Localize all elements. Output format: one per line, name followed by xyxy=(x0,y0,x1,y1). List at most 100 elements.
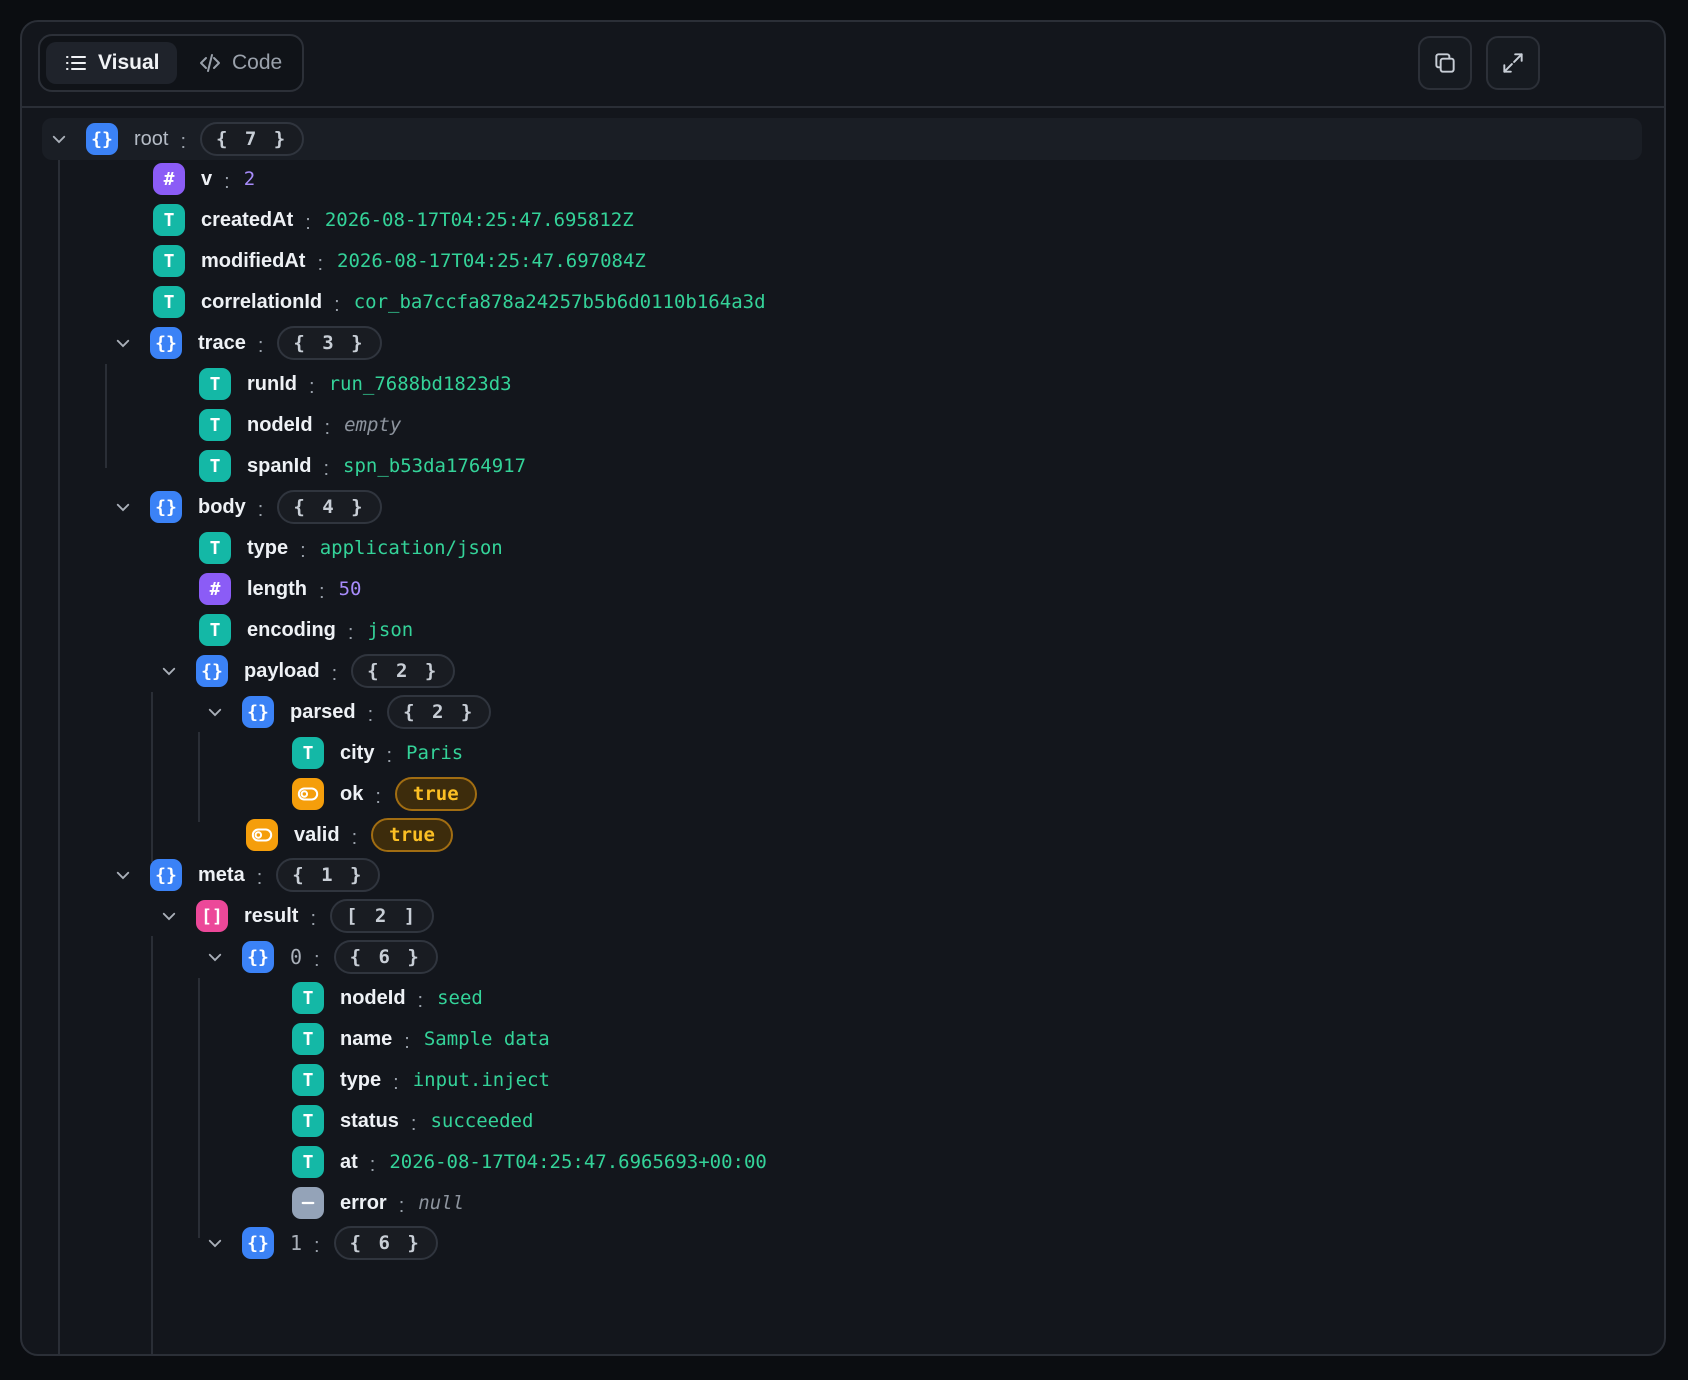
tree-row-type-0[interactable]: T type : input.inject xyxy=(292,1059,550,1101)
tree-guide xyxy=(198,978,200,1238)
tree-row-root[interactable]: {} root : { 7 } xyxy=(44,118,305,160)
tree-row-ok[interactable]: ok : true xyxy=(292,773,477,815)
tree-row-name[interactable]: T name : Sample data xyxy=(292,1018,550,1060)
node-index: 0 xyxy=(290,945,303,969)
copy-button[interactable] xyxy=(1418,36,1472,90)
node-value: application/json xyxy=(319,537,503,559)
boolean-toggle-icon xyxy=(246,819,278,851)
copy-icon xyxy=(1435,53,1455,73)
chevron-down-icon[interactable] xyxy=(108,492,138,522)
string-icon: T xyxy=(292,1064,324,1096)
count-badge: [ 2 ] xyxy=(330,899,435,933)
number-icon: # xyxy=(153,163,185,195)
node-key: name xyxy=(340,1027,393,1050)
node-key: nodeId xyxy=(247,413,313,436)
colon: : xyxy=(310,907,317,930)
tree-guide xyxy=(105,364,107,468)
chevron-down-icon[interactable] xyxy=(154,656,184,686)
list-icon xyxy=(66,56,86,70)
node-key: type xyxy=(247,536,289,559)
node-key: parsed xyxy=(290,700,356,723)
chevron-down-icon[interactable] xyxy=(108,328,138,358)
chevron-down-icon[interactable] xyxy=(154,901,184,931)
node-key: trace xyxy=(198,331,246,354)
colon: : xyxy=(324,416,331,439)
node-key: type xyxy=(340,1068,382,1091)
expand-icon xyxy=(1503,53,1523,73)
node-key: v xyxy=(201,167,213,190)
boolean-value-badge: true xyxy=(371,818,453,852)
tree-row-correlationId[interactable]: T correlationId : cor_ba7ccfa878a24257b5… xyxy=(153,281,766,323)
tree-row-item-0[interactable]: {} 0 : { 6 } xyxy=(200,936,438,978)
string-icon: T xyxy=(292,982,324,1014)
node-key: ok xyxy=(340,782,364,805)
chevron-down-icon[interactable] xyxy=(108,860,138,890)
object-icon: {} xyxy=(242,696,274,728)
tree-row-payload[interactable]: {} payload : { 2 } xyxy=(154,650,456,692)
count-badge: { 2 } xyxy=(387,695,492,729)
tree-row-parsed[interactable]: {} parsed : { 2 } xyxy=(200,691,492,733)
string-icon: T xyxy=(292,737,324,769)
tree-row-item-1[interactable]: {} 1 : { 6 } xyxy=(200,1222,438,1264)
colon: : xyxy=(331,662,338,685)
tab-code[interactable]: Code xyxy=(180,42,300,84)
colon: : xyxy=(309,375,315,398)
colon: : xyxy=(334,293,340,316)
object-icon: {} xyxy=(196,655,228,687)
object-icon: {} xyxy=(150,859,182,891)
tree-row-runId[interactable]: T runId : run_7688bd1823d3 xyxy=(199,363,512,405)
tree-row-error[interactable]: error : null xyxy=(292,1182,464,1224)
chevron-down-icon[interactable] xyxy=(200,697,230,727)
node-key: createdAt xyxy=(201,208,294,231)
node-key: body xyxy=(198,495,246,518)
object-icon: {} xyxy=(150,491,182,523)
tree-row-nodeId-0[interactable]: T nodeId : seed xyxy=(292,977,483,1019)
tree-row-body[interactable]: {} body : { 4 } xyxy=(108,486,382,528)
expand-button[interactable] xyxy=(1486,36,1540,90)
tree-row-valid[interactable]: valid : true xyxy=(246,814,453,856)
object-icon: {} xyxy=(150,327,182,359)
tree-row-meta[interactable]: {} meta : { 1 } xyxy=(108,854,381,896)
chevron-down-icon[interactable] xyxy=(44,124,74,154)
chevron-down-icon[interactable] xyxy=(200,942,230,972)
node-value: Paris xyxy=(406,742,464,764)
tree-guide xyxy=(151,692,153,862)
colon: : xyxy=(224,170,230,193)
colon: : xyxy=(317,252,323,275)
tree-row-type[interactable]: T type : application/json xyxy=(199,527,503,569)
colon: : xyxy=(410,1112,417,1135)
colon: : xyxy=(369,1153,376,1176)
node-key: spanId xyxy=(247,454,312,477)
colon: : xyxy=(417,989,424,1012)
tree-row-city[interactable]: T city : Paris xyxy=(292,732,463,774)
node-value: seed xyxy=(437,987,483,1009)
tree-guide xyxy=(58,160,60,1354)
colon: : xyxy=(300,539,306,562)
count-badge: { 3 } xyxy=(277,326,382,360)
colon: : xyxy=(398,1194,405,1217)
chevron-down-icon[interactable] xyxy=(200,1228,230,1258)
colon: : xyxy=(305,211,311,234)
colon: : xyxy=(257,498,264,521)
tree-row-status[interactable]: T status : succeeded xyxy=(292,1100,533,1142)
tree-row-at[interactable]: T at : 2026-08-17T04:25:47.6965693+00:00 xyxy=(292,1141,767,1183)
tree-row-result[interactable]: [] result : [ 2 ] xyxy=(154,895,435,937)
tree-row-v[interactable]: # v : 2 xyxy=(153,158,255,200)
colon: : xyxy=(393,1071,399,1094)
tree-row-trace[interactable]: {} trace : { 3 } xyxy=(108,322,382,364)
object-icon: {} xyxy=(242,1227,274,1259)
tree-row-encoding[interactable]: T encoding : json xyxy=(199,609,413,651)
tree-row-createdAt[interactable]: T createdAt : 2026-08-17T04:25:47.695812… xyxy=(153,199,634,241)
node-value: input.inject xyxy=(412,1069,550,1091)
tree-row-nodeId[interactable]: T nodeId : empty xyxy=(199,404,401,446)
node-value: 2026-08-17T04:25:47.697084Z xyxy=(337,250,646,272)
tab-visual[interactable]: Visual xyxy=(46,42,178,84)
node-key: valid xyxy=(294,823,340,846)
string-icon: T xyxy=(292,1146,324,1178)
array-icon: [] xyxy=(196,900,228,932)
node-value: json xyxy=(367,619,414,641)
tree-row-spanId[interactable]: T spanId : spn_b53da1764917 xyxy=(199,445,526,487)
string-icon: T xyxy=(292,1023,324,1055)
tree-row-modifiedAt[interactable]: T modifiedAt : 2026-08-17T04:25:47.69708… xyxy=(153,240,646,282)
tree-row-length[interactable]: # length : 50 xyxy=(199,568,361,610)
